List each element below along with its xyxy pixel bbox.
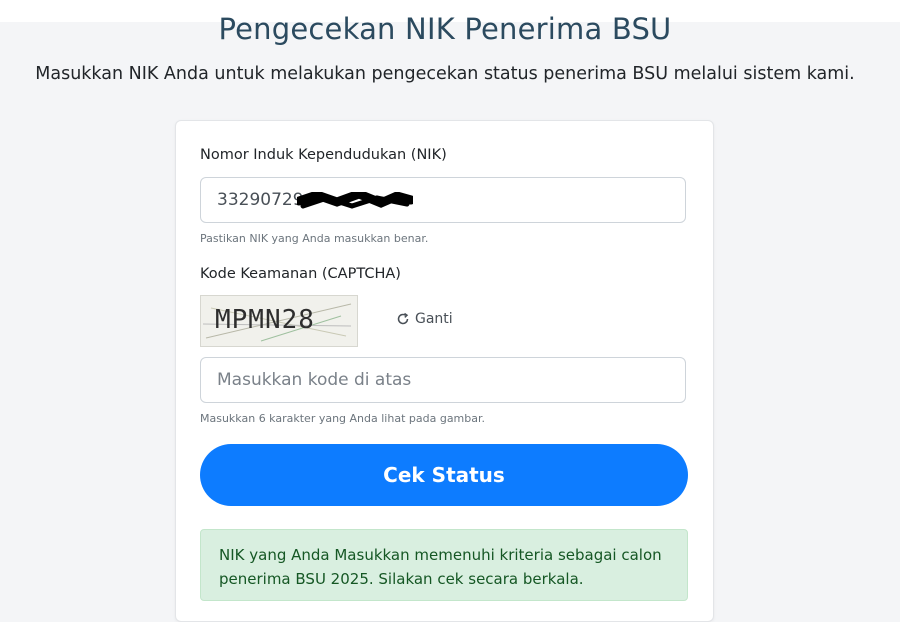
nik-helper-text: Pastikan NIK yang Anda masukkan benar.: [200, 232, 429, 245]
success-alert: NIK yang Anda Masukkan memenuhi kriteria…: [200, 529, 688, 601]
captcha-refresh-button[interactable]: Ganti: [396, 311, 453, 327]
check-status-button[interactable]: Cek Status: [200, 444, 688, 506]
nik-check-card: Nomor Induk Kependudukan (NIK) 33290729 …: [175, 120, 714, 622]
page-title: Pengecekan NIK Penerima BSU: [218, 12, 672, 46]
nik-label: Nomor Induk Kependudukan (NIK): [200, 147, 447, 163]
captcha-input[interactable]: [200, 357, 686, 403]
captcha-image: MPMN28: [200, 295, 358, 347]
nik-input[interactable]: 33290729: [200, 177, 686, 223]
refresh-icon: [397, 312, 409, 325]
refresh-label: Ganti: [415, 311, 453, 327]
nik-value: 33290729: [217, 190, 304, 210]
page-subtitle: Masukkan NIK Anda untuk melakukan pengec…: [35, 64, 855, 84]
redaction-scribble: [297, 192, 413, 209]
captcha-code: MPMN28: [215, 305, 315, 335]
captcha-helper-text: Masukkan 6 karakter yang Anda lihat pada…: [200, 412, 486, 425]
captcha-label: Kode Keamanan (CAPTCHA): [200, 266, 401, 282]
